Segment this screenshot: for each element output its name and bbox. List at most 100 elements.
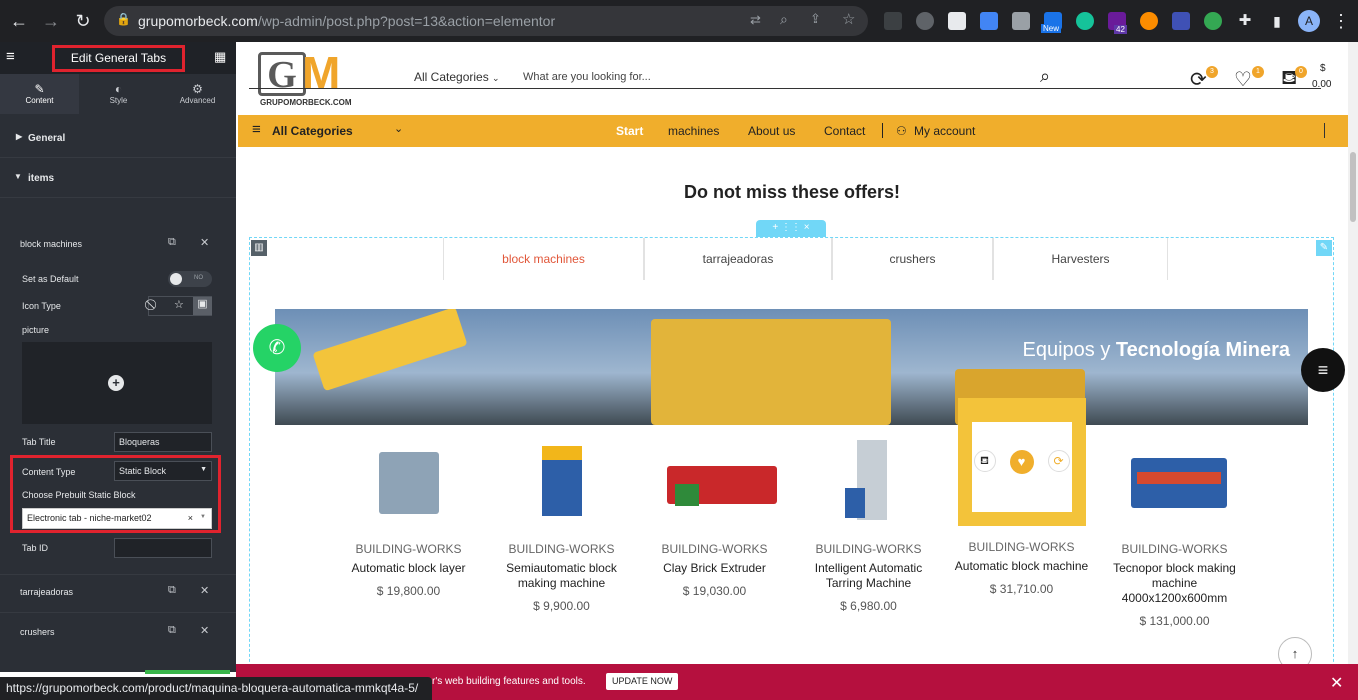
profile-avatar[interactable]: A <box>1298 10 1320 32</box>
product-category[interactable]: BUILDING-WORKS <box>949 540 1094 554</box>
extension-video-icon[interactable] <box>1172 12 1190 30</box>
remove-icon[interactable]: ✕ <box>200 236 209 249</box>
nav-all-categories[interactable]: All Categories <box>272 124 353 138</box>
bookmark-star-icon[interactable]: ☆ <box>842 10 855 28</box>
search-icon[interactable]: ⌕ <box>1040 66 1050 87</box>
content-type-select[interactable]: Static Block ▼ <box>114 461 212 481</box>
product-category[interactable]: BUILDING-WORKS <box>1102 542 1247 556</box>
gear-icon: ⚙ <box>192 82 203 96</box>
back-icon[interactable]: ← <box>8 10 30 32</box>
chevron-down-icon: ▼ <box>200 514 206 520</box>
tab-title-input[interactable]: Bloqueras <box>114 432 212 452</box>
close-icon[interactable]: ✕ <box>1330 673 1343 693</box>
menu-fab-icon[interactable]: ≡ <box>1301 348 1345 392</box>
address-bar[interactable]: 🔒 grupomorbeck.com/wp-admin/post.php?pos… <box>104 6 868 36</box>
tab-tarrajeadoras[interactable]: tarrajeadoras <box>644 238 832 280</box>
tab-advanced[interactable]: ⚙ Advanced <box>158 74 237 114</box>
nav-about[interactable]: About us <box>748 124 795 138</box>
extensions-puzzle-icon[interactable]: ✚ <box>1234 10 1256 32</box>
scrollbar[interactable] <box>1348 42 1358 672</box>
extension-grammarly-icon[interactable] <box>1076 12 1094 30</box>
duplicate-icon[interactable]: ⧉ <box>168 584 176 597</box>
picture-upload[interactable]: + <box>22 342 212 424</box>
star-icon[interactable]: ☆ <box>174 298 184 311</box>
product-category[interactable]: BUILDING-WORKS <box>796 542 941 556</box>
tab-style[interactable]: ◐ Style <box>79 74 158 114</box>
sidepanel-icon[interactable]: ▮ <box>1266 10 1288 32</box>
product-category[interactable]: BUILDING-WORKS <box>336 542 481 556</box>
chevron-down-icon[interactable]: ⌄ <box>394 122 403 135</box>
column-handle-icon[interactable]: ▥ <box>251 240 267 256</box>
hamburger-icon[interactable]: ≡ <box>252 121 261 138</box>
tab-harvesters[interactable]: Harvesters <box>993 238 1168 280</box>
search-input[interactable]: What are you looking for... <box>523 71 651 83</box>
nav-machines[interactable]: machines <box>668 124 719 138</box>
zoom-icon[interactable]: ⌕ <box>780 11 788 28</box>
section-handle[interactable]: + ⋮⋮ × <box>756 220 826 237</box>
extension-translate-icon[interactable] <box>980 12 998 30</box>
extension-color-icon[interactable] <box>1204 12 1222 30</box>
section-general[interactable]: ▶ General <box>0 120 236 158</box>
hamburger-icon[interactable]: ≡ <box>6 48 15 65</box>
menu-dots-icon[interactable]: ⋮ <box>1330 10 1352 32</box>
product-name[interactable]: Intelligent Automatic Tarring Machine <box>796 561 941 591</box>
wishlist-heart-icon[interactable]: ♥ <box>1009 450 1034 474</box>
site-preview: G M GRUPOMORBECK.COM All Categories ⌄ Wh… <box>236 42 1348 672</box>
reload-icon[interactable]: ↻ <box>72 10 94 32</box>
whatsapp-icon[interactable]: ✆ <box>253 324 301 372</box>
share-icon[interactable]: ⇪ <box>810 11 821 27</box>
item-title-tarrajeadoras[interactable]: tarrajeadoras <box>20 587 73 597</box>
extension-globe-icon[interactable] <box>916 12 934 30</box>
tab-content[interactable]: ✎ Content <box>0 74 79 114</box>
add-to-cart-icon[interactable]: ⛾ <box>973 450 996 472</box>
section-items[interactable]: ▼ items <box>0 160 236 198</box>
nav-my-account[interactable]: My account <box>914 124 975 138</box>
image-icon[interactable]: ▣ <box>193 297 212 315</box>
compare-icon[interactable]: ⟳ <box>1047 450 1070 472</box>
tab-block-machines[interactable]: block machines <box>443 238 644 280</box>
translate-icon[interactable]: ⇄ <box>750 12 761 28</box>
product-category[interactable]: BUILDING-WORKS <box>489 542 634 556</box>
product-category[interactable]: BUILDING-WORKS <box>642 542 787 556</box>
site-logo[interactable]: G M GRUPOMORBECK.COM <box>258 50 358 108</box>
product-card[interactable]: BUILDING-WORKS Semiautomatic block makin… <box>489 432 634 613</box>
forward-icon[interactable]: → <box>40 10 62 32</box>
tab-crushers[interactable]: crushers <box>832 238 993 280</box>
item-title-crushers[interactable]: crushers <box>20 627 55 637</box>
tab-id-input[interactable] <box>114 538 212 558</box>
product-card[interactable]: BUILDING-WORKS Clay Brick Extruder $ 19,… <box>642 432 787 598</box>
scrollbar-thumb[interactable] <box>1350 152 1356 222</box>
clear-icon[interactable]: × <box>188 513 193 523</box>
set-default-toggle[interactable]: NO <box>168 271 212 287</box>
product-name[interactable]: Clay Brick Extruder <box>642 561 787 576</box>
remove-icon[interactable]: ✕ <box>200 624 209 637</box>
remove-icon[interactable]: ✕ <box>200 584 209 597</box>
extension-orange-icon[interactable] <box>1140 12 1158 30</box>
product-name[interactable]: Automatic block machine <box>949 559 1094 574</box>
toggle-text: NO <box>194 275 203 281</box>
product-card[interactable]: BUILDING-WORKS Intelligent Automatic Tar… <box>796 432 941 613</box>
extension-camera-icon[interactable] <box>1012 12 1030 30</box>
extension-recycle-icon[interactable] <box>884 12 902 30</box>
publish-button[interactable] <box>145 670 230 674</box>
widgets-grid-icon[interactable]: ▦ <box>214 49 226 65</box>
nav-start[interactable]: Start <box>616 124 643 138</box>
product-card[interactable]: BUILDING-WORKS Automatic block layer $ 1… <box>336 432 481 598</box>
product-name[interactable]: Automatic block layer <box>336 561 481 576</box>
update-now-button[interactable]: UPDATE NOW <box>606 673 679 690</box>
product-name[interactable]: Semiautomatic block making machine <box>489 561 634 591</box>
product-image <box>821 432 917 528</box>
main-nav: ≡ All Categories ⌄ Start machines About … <box>238 115 1348 147</box>
item-title-block-machines[interactable]: block machines <box>20 239 82 249</box>
prebuilt-select[interactable]: Electronic tab - niche-market02 × ▼ <box>22 508 212 529</box>
product-card[interactable]: BUILDING-WORKS Tecnopor block making mac… <box>1102 432 1247 628</box>
edit-widget-icon[interactable]: ✎ <box>1316 240 1332 256</box>
duplicate-icon[interactable]: ⧉ <box>168 236 176 249</box>
duplicate-icon[interactable]: ⧉ <box>168 624 176 637</box>
product-name[interactable]: Tecnopor block making machine 4000x1200x… <box>1102 561 1247 606</box>
extension-flag-icon[interactable] <box>948 12 966 30</box>
nav-contact[interactable]: Contact <box>824 124 865 138</box>
chevron-down-icon: ⌄ <box>492 73 500 83</box>
category-select[interactable]: All Categories ⌄ <box>414 70 500 84</box>
product-card[interactable]: ⛾ ♥ ⟳ BUILDING-WORKS Automatic block mac… <box>949 398 1094 596</box>
